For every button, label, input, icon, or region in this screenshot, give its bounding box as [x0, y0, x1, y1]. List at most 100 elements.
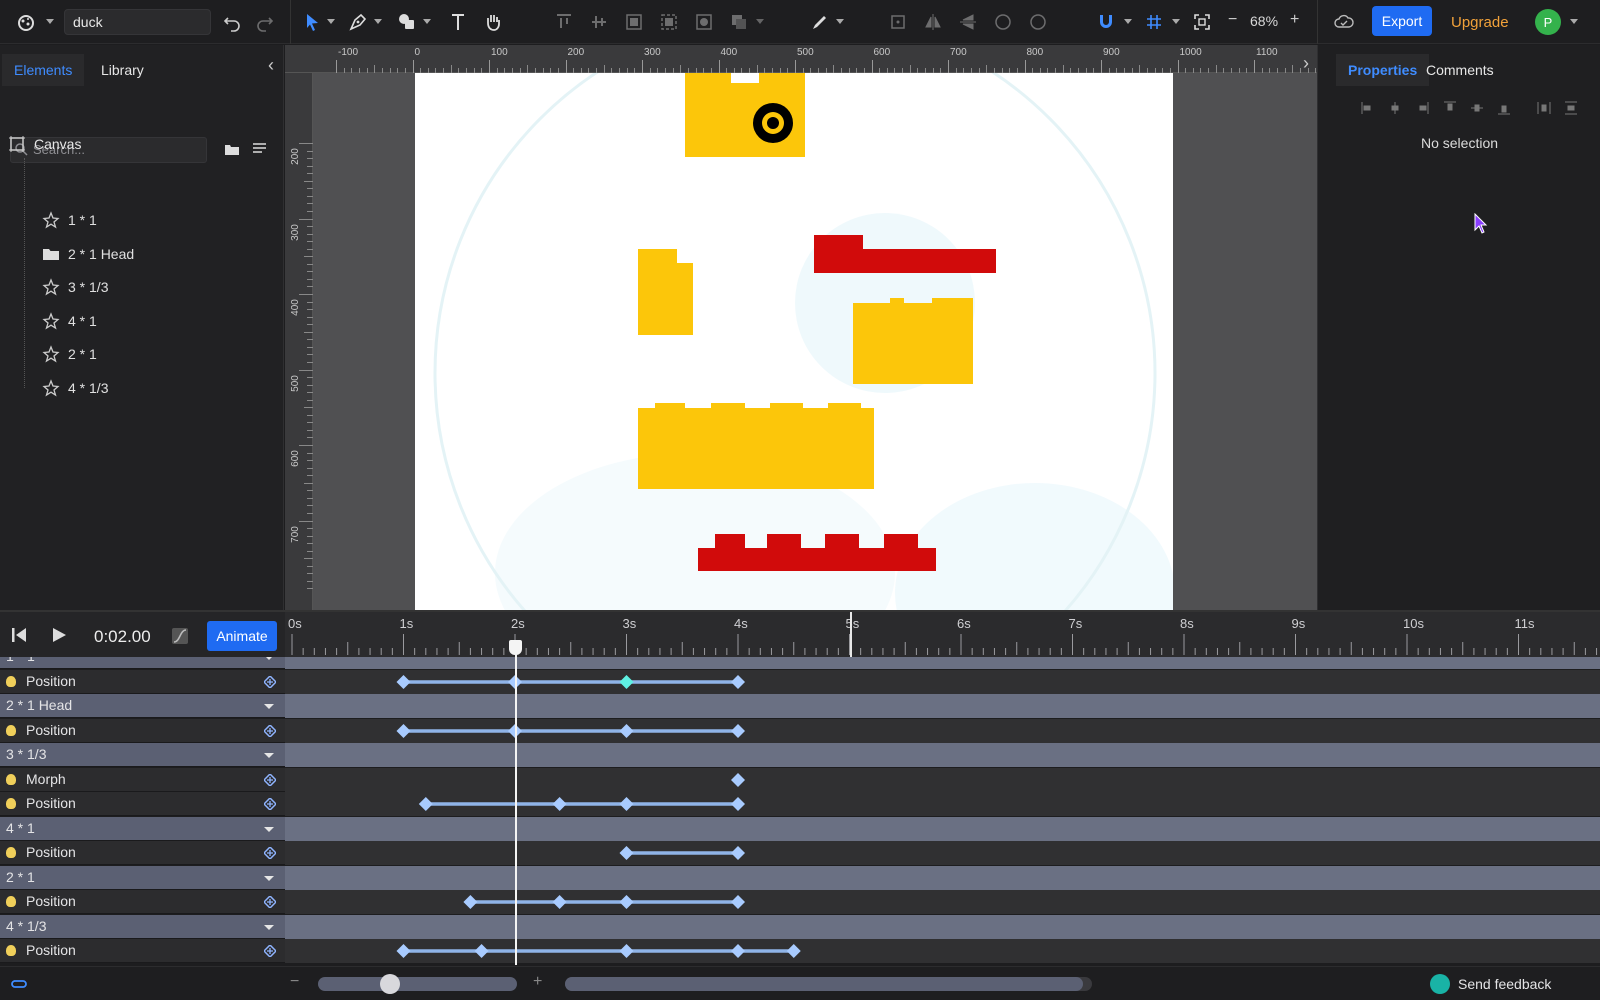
timeline-lane[interactable]	[285, 657, 1600, 669]
transform-icon[interactable]	[886, 10, 910, 34]
tree-item[interactable]: 3 * 1/3	[42, 272, 108, 302]
align-center-v-icon[interactable]	[1469, 100, 1485, 116]
brush-tool-icon[interactable]	[808, 10, 832, 34]
timeline-group-row[interactable]: 2 * 1	[0, 865, 1600, 890]
keyframe-diamond[interactable]	[552, 895, 567, 909]
logo-menu-chevron-icon[interactable]	[46, 19, 54, 24]
timeline-property-row[interactable]: Position	[0, 792, 1600, 816]
shape-tool-icon[interactable]	[395, 10, 419, 34]
easing-curve-icon[interactable]	[171, 627, 189, 645]
pen-tool-icon[interactable]	[346, 10, 370, 34]
timeline-lane[interactable]	[285, 743, 1600, 767]
artboard[interactable]	[415, 73, 1173, 610]
select-tool-icon[interactable]	[300, 10, 324, 34]
timeline-ruler[interactable]: 0s 1s 2s 3s 4s 5s 6s 7s 8s 9s 10s 11s	[285, 612, 1600, 659]
timeline-lane[interactable]	[285, 890, 1600, 914]
add-keyframe-icon[interactable]	[262, 723, 278, 738]
timeline-lane[interactable]	[285, 767, 1600, 792]
document-name-input[interactable]: duck	[64, 9, 211, 35]
timeline-property-row[interactable]: Position	[0, 939, 1600, 963]
mask-icon[interactable]	[692, 10, 716, 34]
align-bottom-edge-icon[interactable]	[1496, 100, 1512, 116]
keyframe-diamond[interactable]	[731, 944, 745, 958]
timeline-property-row[interactable]: Position	[0, 669, 1600, 694]
keyframe-diamond[interactable]	[731, 674, 745, 689]
keyframe-diamond[interactable]	[474, 944, 489, 958]
align-top-icon[interactable]	[552, 10, 576, 34]
keyframe-diamond[interactable]	[619, 846, 634, 860]
add-keyframe-icon[interactable]	[262, 894, 278, 910]
timeline-lane[interactable]	[285, 865, 1600, 890]
rotate-right-icon[interactable]	[1026, 10, 1050, 34]
collapse-left-panel-icon[interactable]: ‹	[268, 55, 274, 76]
snapping-chevron-icon[interactable]	[1124, 19, 1132, 24]
current-time-display[interactable]: 0:02.00	[94, 627, 151, 647]
keyframe-diamond[interactable]	[463, 895, 478, 909]
loop-icon[interactable]	[10, 976, 28, 992]
keyframe-diamond[interactable]	[619, 797, 634, 811]
timeline-lane[interactable]	[285, 718, 1600, 743]
add-keyframe-icon[interactable]	[262, 674, 278, 689]
timeline-group-row[interactable]: 2 * 1 Head	[0, 694, 1600, 718]
zoom-in-button[interactable]: +	[1290, 11, 1299, 29]
grid-chevron-icon[interactable]	[1172, 19, 1180, 24]
keyframe-diamond[interactable]	[786, 944, 801, 958]
align-top-edge-icon[interactable]	[1442, 100, 1458, 116]
tab-comments[interactable]: Comments	[1414, 54, 1506, 86]
timeline-property-row[interactable]: Morph	[0, 767, 1600, 792]
bricks-layer[interactable]	[415, 73, 1173, 610]
keyframe-diamond[interactable]	[552, 797, 567, 811]
distribute-horizontal-icon[interactable]	[1536, 100, 1552, 116]
animation-end-marker[interactable]	[849, 612, 852, 657]
visibility-bulb-icon[interactable]	[6, 675, 16, 687]
timeline-zoom-slider[interactable]	[318, 974, 517, 994]
tree-item[interactable]: 4 * 1	[42, 306, 97, 336]
hand-tool-icon[interactable]	[481, 10, 505, 34]
grid-icon[interactable]	[1142, 10, 1166, 34]
flip-vertical-icon[interactable]	[956, 10, 980, 34]
playhead-line[interactable]	[515, 645, 517, 965]
add-keyframe-icon[interactable]	[262, 943, 278, 959]
keyframe-diamond[interactable]	[731, 797, 745, 811]
boolean-chevron-icon[interactable]	[756, 19, 764, 24]
timeline-property-row[interactable]: Position	[0, 841, 1600, 865]
timeline-group-row[interactable]: 4 * 1/3	[0, 914, 1600, 939]
select-tool-chevron-icon[interactable]	[327, 19, 335, 24]
timeline-property-row[interactable]: Position	[0, 890, 1600, 914]
timeline-lane[interactable]	[285, 939, 1600, 963]
tab-elements[interactable]: Elements	[2, 54, 85, 86]
align-right-icon[interactable]	[1414, 100, 1430, 116]
app-logo-icon[interactable]	[14, 10, 38, 34]
timeline-lane[interactable]	[285, 792, 1600, 816]
collapse-right-panel-icon[interactable]: ›	[1303, 53, 1309, 74]
collapse-group-chevron-icon[interactable]	[264, 924, 274, 930]
keyframe-diamond[interactable]	[396, 944, 411, 958]
add-keyframe-icon[interactable]	[262, 772, 278, 787]
new-folder-icon[interactable]	[224, 142, 240, 156]
group-icon[interactable]	[622, 10, 646, 34]
align-middle-icon[interactable]	[587, 10, 611, 34]
tree-item[interactable]: 4 * 1/3	[42, 373, 108, 403]
collapse-group-chevron-icon[interactable]	[264, 826, 274, 832]
playhead-handle[interactable]	[509, 640, 522, 655]
tree-item[interactable]: 2 * 1 Head	[42, 239, 134, 269]
visibility-bulb-icon[interactable]	[6, 773, 16, 785]
timeline-lane[interactable]	[285, 841, 1600, 865]
tree-item[interactable]: 2 * 1	[42, 339, 97, 369]
align-center-h-icon[interactable]	[1387, 100, 1403, 116]
keyframe-diamond[interactable]	[731, 846, 745, 860]
list-options-icon[interactable]	[252, 142, 268, 156]
animate-button[interactable]: Animate	[207, 621, 277, 651]
send-feedback-button[interactable]: Send feedback	[1430, 974, 1551, 994]
brush-tool-chevron-icon[interactable]	[836, 19, 844, 24]
snapping-magnet-icon[interactable]	[1094, 10, 1118, 34]
tree-root-canvas[interactable]: Canvas	[8, 129, 81, 159]
flip-horizontal-icon[interactable]	[921, 10, 945, 34]
keyframe-diamond[interactable]	[619, 723, 634, 738]
keyframe-diamond[interactable]	[731, 772, 745, 787]
collapse-group-chevron-icon[interactable]	[264, 875, 274, 881]
skip-to-start-icon[interactable]	[10, 626, 28, 644]
timeline-lane[interactable]	[285, 816, 1600, 841]
keyframe-diamond[interactable]	[731, 723, 745, 738]
cloud-sync-icon[interactable]	[1332, 10, 1356, 34]
